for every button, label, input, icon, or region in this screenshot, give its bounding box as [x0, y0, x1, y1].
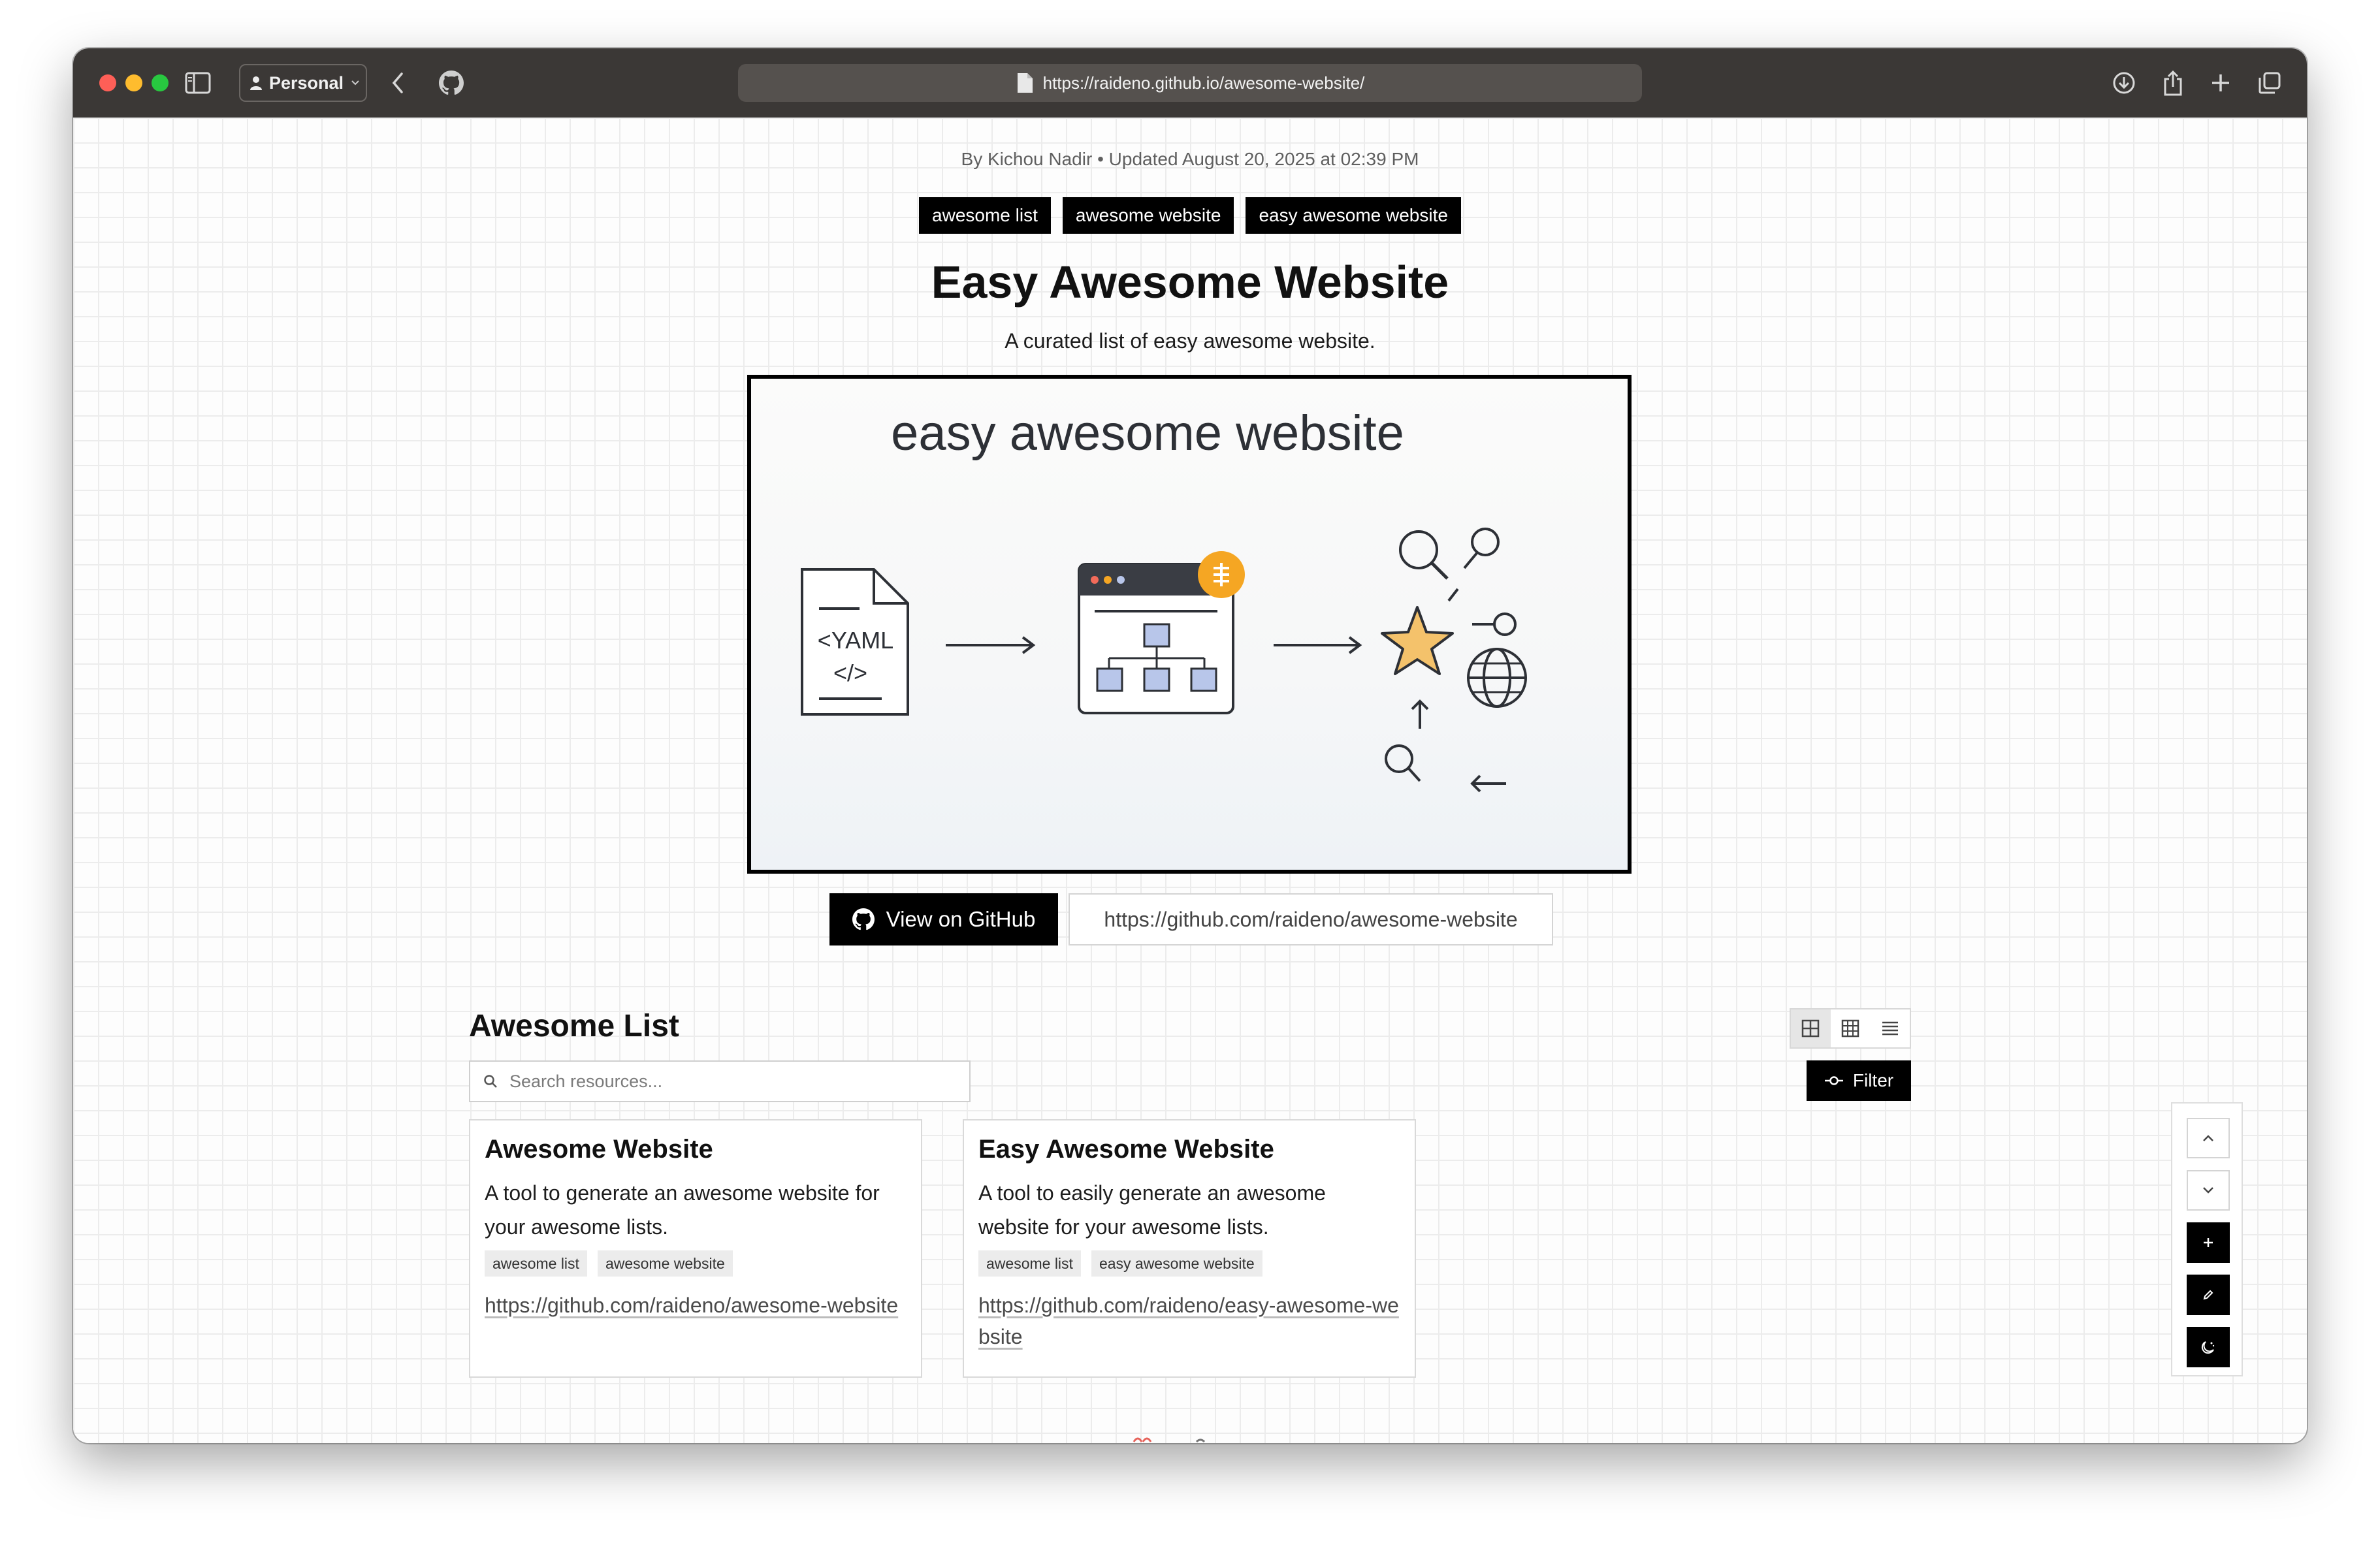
edit-button[interactable] [2187, 1275, 2230, 1315]
share-button[interactable] [2157, 67, 2189, 99]
minimize-window-button[interactable] [125, 74, 142, 91]
chevron-down-icon [351, 80, 359, 86]
website-icon [1078, 551, 1245, 714]
tag-easy-awesome-website[interactable]: easy awesome website [1246, 197, 1461, 234]
byline: By Kichou Nadir • Updated August 20, 202… [961, 149, 1419, 169]
card-title: Awesome Website [485, 1135, 713, 1164]
filter-label: Filter [1852, 1070, 1894, 1090]
pencil-icon [2203, 1290, 2213, 1300]
search-field [469, 1060, 971, 1102]
chevron-left-icon [392, 72, 403, 93]
discovery-icons [1381, 528, 1527, 793]
github-extension-button[interactable] [435, 67, 468, 99]
hero-illustration: <YAML </> [801, 528, 1527, 793]
address-bar[interactable]: https://raideno.github.io/awesome-websit… [738, 64, 1642, 102]
browser-toolbar: Personal https://raideno.github.io/aweso… [73, 48, 2307, 118]
zoom-window-button[interactable] [152, 74, 169, 91]
tabs-overview-icon [2259, 72, 2281, 94]
list-icon [1882, 1021, 1898, 1036]
github-url-field[interactable]: https://github.com/raideno/awesome-websi… [1069, 893, 1553, 945]
card-tag-list: awesome list easy awesome website [978, 1250, 1400, 1277]
card-tag[interactable]: awesome list [978, 1250, 1081, 1277]
browser-window: Personal https://raideno.github.io/aweso… [73, 48, 2307, 1443]
profile-label: Personal [269, 72, 344, 93]
tag-awesome-list[interactable]: awesome list [919, 197, 1051, 234]
list-view-button[interactable] [1870, 1009, 1910, 1047]
card-tag-list: awesome list awesome website [485, 1250, 907, 1277]
grid-small-icon [1841, 1019, 1859, 1038]
floating-action-bar [2171, 1102, 2243, 1376]
code-label: </> [833, 659, 867, 686]
card-link[interactable]: https://github.com/raideno/easy-awesome-… [978, 1290, 1400, 1352]
downloads-button[interactable] [2108, 67, 2140, 99]
filter-button[interactable]: Filter [1807, 1060, 1911, 1101]
card-tag[interactable]: easy awesome website [1091, 1250, 1262, 1277]
github-icon [852, 908, 875, 930]
page-title: Easy Awesome Website [931, 257, 1449, 308]
person-icon [250, 76, 262, 90]
yaml-file-icon: <YAML </> [801, 568, 909, 716]
theme-toggle-icon [2201, 1341, 2215, 1354]
sidebar-icon[interactable] [182, 67, 214, 99]
plus-icon [2204, 1238, 2213, 1247]
tag-list: awesome list awesome website easy awesom… [73, 197, 2307, 234]
page-subtitle: A curated list of easy awesome website. [1005, 329, 1375, 353]
section-heading: Awesome List [469, 1009, 679, 1043]
url-text: https://raideno.github.io/awesome-websit… [1042, 72, 1365, 93]
large-grid-view-button[interactable] [1791, 1009, 1831, 1047]
profile-button[interactable]: Personal [239, 64, 367, 102]
card-title: Easy Awesome Website [978, 1135, 1274, 1164]
scroll-up-button[interactable] [2187, 1118, 2230, 1158]
view-on-github-label: View on GitHub [886, 907, 1036, 931]
theme-toggle-button[interactable] [2187, 1327, 2230, 1367]
add-resource-button[interactable] [2187, 1222, 2230, 1263]
web-page: By Kichou Nadir • Updated August 20, 202… [73, 118, 2307, 1443]
arrow-right-icon [946, 636, 1036, 654]
yaml-label: <YAML [818, 627, 893, 654]
chevron-up-icon [2203, 1135, 2213, 1141]
card-tag[interactable]: awesome list [485, 1250, 587, 1277]
view-mode-toggle [1790, 1008, 1911, 1049]
resource-card[interactable]: Awesome Website A tool to generate an aw… [469, 1119, 922, 1378]
card-tag[interactable]: awesome website [597, 1250, 733, 1277]
plus-icon [2212, 74, 2229, 91]
page-icon [1017, 73, 1033, 93]
grid-large-icon [1802, 1019, 1820, 1038]
share-icon [2164, 70, 2182, 96]
github-icon [439, 71, 464, 95]
filter-icon [1824, 1076, 1843, 1085]
card-description: A tool to easily generate an awesome web… [978, 1181, 1326, 1239]
back-button[interactable] [381, 67, 414, 99]
resource-card[interactable]: Easy Awesome Website A tool to easily ge… [963, 1119, 1416, 1378]
close-window-button[interactable] [99, 74, 116, 91]
tag-awesome-website[interactable]: awesome website [1062, 197, 1234, 234]
card-description: A tool to generate an awesome website fo… [485, 1181, 880, 1239]
chevron-down-icon [2203, 1187, 2213, 1194]
arrow-right-icon [1274, 636, 1362, 654]
footer-peek [1133, 1437, 1206, 1443]
small-grid-view-button[interactable] [1831, 1009, 1871, 1047]
card-link[interactable]: https://github.com/raideno/awesome-websi… [485, 1290, 907, 1321]
new-tab-button[interactable] [2204, 67, 2237, 99]
download-icon [2113, 72, 2135, 94]
search-icon [484, 1075, 497, 1088]
tab-overview-button[interactable] [2253, 67, 2286, 99]
search-input[interactable] [508, 1070, 955, 1092]
hero-image: easy awesome website <YAML </> [747, 375, 1632, 874]
view-on-github-button[interactable]: View on GitHub [829, 893, 1058, 945]
scroll-down-button[interactable] [2187, 1170, 2230, 1211]
